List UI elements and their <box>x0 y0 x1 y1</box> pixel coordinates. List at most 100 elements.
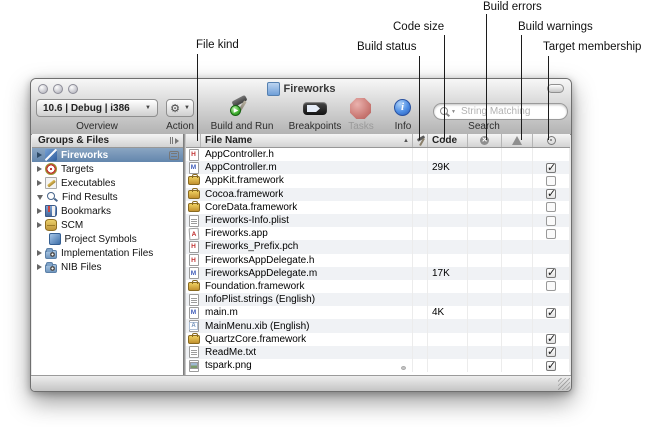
table-row[interactable]: Foundation.framework <box>186 280 570 293</box>
build-status-cell <box>413 174 428 187</box>
toolbar-toggle-lozenge[interactable] <box>547 84 564 93</box>
table-row[interactable]: Fireworks_Prefix.pch <box>186 240 570 253</box>
target-membership-checkbox[interactable] <box>546 268 556 278</box>
overview-popup[interactable]: 10.6 | Debug | i386 ▼ <box>36 99 158 117</box>
file-name-text: ReadMe.txt <box>205 347 256 358</box>
disclosure-triangle-icon[interactable] <box>37 250 42 256</box>
sidebar-item-executables[interactable]: Executables <box>32 176 183 190</box>
sidebar-item-bookmarks[interactable]: Bookmarks <box>32 204 183 218</box>
warnings-cell <box>502 293 533 306</box>
table-row[interactable]: MainMenu.xib (English) <box>186 319 570 332</box>
target-membership-checkbox[interactable] <box>546 216 556 226</box>
target-membership-checkbox[interactable] <box>546 281 556 291</box>
disclosure-triangle-icon[interactable] <box>37 152 42 158</box>
find-icon <box>46 191 58 203</box>
search-input[interactable] <box>459 105 561 118</box>
file-name-text: Foundation.framework <box>205 281 305 292</box>
file-kind-cell <box>186 267 201 280</box>
file-name-cell: InfoPlist.strings (English) <box>201 293 413 306</box>
sidebar-item-fireworks[interactable]: Fireworks <box>32 148 183 162</box>
framework-icon <box>188 203 200 212</box>
target-membership-checkbox[interactable] <box>546 361 556 371</box>
build-status-cell <box>413 346 428 359</box>
callout-label-target-membership: Target membership <box>543 41 641 53</box>
target-membership-checkbox[interactable] <box>546 189 556 199</box>
sidebar-item-nib-files[interactable]: NIB Files <box>32 260 183 274</box>
target-membership-checkbox[interactable] <box>546 347 556 357</box>
table-row[interactable]: FireworksAppDelegate.m17K <box>186 267 570 280</box>
file-kind-column-header[interactable] <box>186 134 201 147</box>
splitter-dimple[interactable] <box>401 366 406 370</box>
code-size-cell <box>428 293 468 306</box>
errors-cell <box>468 346 502 359</box>
tasks-button[interactable] <box>350 98 371 119</box>
callout-line-target-membership <box>548 56 549 140</box>
target-membership-cell <box>533 227 570 240</box>
breakpoints-button[interactable] <box>303 102 327 115</box>
table-row[interactable]: Cocoa.framework <box>186 188 570 201</box>
warnings-column-header[interactable] <box>502 134 533 147</box>
errors-cell <box>468 174 502 187</box>
errors-cell <box>468 161 502 174</box>
target-membership-checkbox[interactable] <box>546 176 556 186</box>
target-membership-checkbox[interactable] <box>546 308 556 318</box>
code-size-cell <box>428 188 468 201</box>
disclosure-triangle-icon[interactable] <box>37 208 42 214</box>
disclosure-triangle-icon[interactable] <box>37 195 43 200</box>
target-membership-column-header[interactable] <box>533 134 570 147</box>
table-row[interactable]: AppKit.framework <box>186 174 570 187</box>
file-kind-cell <box>186 293 201 306</box>
target-membership-cell <box>533 359 570 372</box>
errors-cell <box>468 240 502 253</box>
search-caption: Search <box>449 121 519 132</box>
table-row[interactable]: CoreData.framework <box>186 201 570 214</box>
code-column-header[interactable]: Code <box>428 134 468 147</box>
implementation-file-icon <box>189 162 199 174</box>
table-row[interactable]: FireworksAppDelegate.h <box>186 254 570 267</box>
sidebar-item-project-symbols[interactable]: Project Symbols <box>32 232 183 246</box>
file-kind-cell <box>186 201 201 214</box>
action-menu-button[interactable]: ⚙ ▼ <box>166 99 194 117</box>
sidebar-item-implementation-files[interactable]: Implementation Files <box>32 246 183 260</box>
disclosure-triangle-icon[interactable] <box>37 264 42 270</box>
smart-group-menu-badge[interactable] <box>169 151 179 160</box>
resize-grip[interactable] <box>558 378 570 390</box>
errors-cell <box>468 148 502 161</box>
code-size-cell <box>428 240 468 253</box>
file-name-text: QuartzCore.framework <box>205 334 306 345</box>
table-row[interactable]: InfoPlist.strings (English) <box>186 293 570 306</box>
code-size-cell <box>428 201 468 214</box>
file-name-header-label: File Name <box>205 135 252 146</box>
target-membership-checkbox[interactable] <box>546 163 556 173</box>
target-membership-checkbox[interactable] <box>546 229 556 239</box>
target-membership-checkbox[interactable] <box>546 202 556 212</box>
errors-column-header[interactable]: ✕ <box>468 134 502 147</box>
sidebar-item-targets[interactable]: Targets <box>32 162 183 176</box>
build-status-column-header[interactable] <box>413 134 428 147</box>
sidebar-item-scm[interactable]: SCM <box>32 218 183 232</box>
table-row[interactable]: Fireworks-Info.plist <box>186 214 570 227</box>
disclosure-triangle-icon[interactable] <box>37 166 42 172</box>
sidebar-item-find-results[interactable]: Find Results <box>32 190 183 204</box>
info-button[interactable]: i <box>394 99 411 116</box>
table-row[interactable]: main.m4K <box>186 306 570 319</box>
table-row[interactable]: AppController.h <box>186 148 570 161</box>
target-membership-checkbox[interactable] <box>546 334 556 344</box>
framework-icon <box>188 282 200 291</box>
table-row[interactable]: Fireworks.app <box>186 227 570 240</box>
header-file-icon <box>189 149 199 161</box>
table-row[interactable]: QuartzCore.framework <box>186 333 570 346</box>
file-kind-cell <box>186 240 201 253</box>
column-splitter-icon[interactable] <box>168 136 180 145</box>
file-name-column-header[interactable]: File Name ▲ <box>201 134 413 147</box>
table-row[interactable]: ReadMe.txt <box>186 346 570 359</box>
file-kind-cell <box>186 280 201 293</box>
build-and-run-button[interactable]: ▶ <box>229 94 255 118</box>
table-row[interactable]: AppController.m29K <box>186 161 570 174</box>
warnings-cell <box>502 267 533 280</box>
table-row[interactable]: tspark.png <box>186 359 570 372</box>
disclosure-triangle-icon[interactable] <box>37 180 42 186</box>
build-status-cell <box>413 161 428 174</box>
file-kind-cell <box>186 333 201 346</box>
disclosure-triangle-icon[interactable] <box>37 222 42 228</box>
